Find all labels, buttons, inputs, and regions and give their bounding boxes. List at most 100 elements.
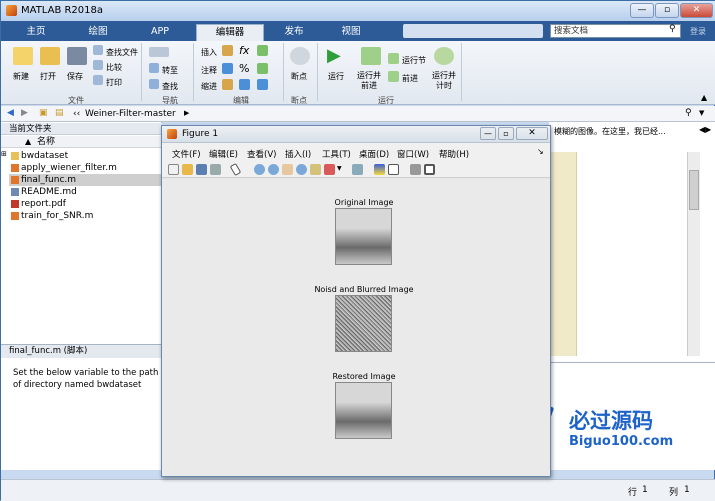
sort-arrow-icon: ▲	[25, 137, 32, 146]
run-icon[interactable]: ▶	[327, 45, 341, 66]
menu-file[interactable]: 文件(F)	[172, 148, 201, 160]
brush-dropdown-icon[interactable]: ▼	[337, 165, 342, 172]
open-folder-icon[interactable]	[40, 47, 60, 65]
comment-icon[interactable]	[222, 63, 233, 74]
file-item[interactable]: apply_wiener_filter.m	[9, 162, 161, 174]
new-file-icon[interactable]	[13, 47, 33, 65]
edit-icon[interactable]	[257, 45, 268, 56]
figure-minimize-button[interactable]: —	[480, 127, 496, 140]
save-button[interactable]: 保存	[67, 71, 83, 82]
menu-desktop[interactable]: 桌面(D)	[359, 148, 389, 160]
menu-view[interactable]: 查看(V)	[247, 148, 276, 160]
zoom-in-icon[interactable]	[254, 164, 265, 175]
file-name: train_for_SNR.m	[21, 211, 94, 221]
run-advance-icon[interactable]	[361, 47, 381, 65]
indent-icon[interactable]	[222, 79, 233, 90]
breakpoint-icon[interactable]	[290, 47, 310, 65]
tab-apps[interactable]: APP	[135, 24, 185, 41]
path-history-dropdown-icon[interactable]: ▼	[699, 109, 704, 117]
run-button[interactable]: 运行	[328, 71, 344, 82]
tab-plots[interactable]: 绘图	[73, 24, 123, 41]
save-figure-icon[interactable]	[196, 164, 207, 175]
menu-tools[interactable]: 工具(T)	[322, 148, 351, 160]
search-input[interactable]: 搜索文档	[550, 24, 681, 38]
file-item[interactable]: report.pdf	[9, 198, 161, 210]
search-icon[interactable]: ⚲	[669, 24, 676, 34]
find-files-button[interactable]: 查找文件	[106, 47, 138, 58]
run-advance-button[interactable]: 运行并 前进	[357, 71, 381, 91]
tab-view[interactable]: 视图	[326, 24, 376, 41]
hide-tools-icon[interactable]	[410, 164, 421, 175]
link-plot-icon[interactable]	[352, 164, 363, 175]
menu-edit[interactable]: 编辑(E)	[209, 148, 238, 160]
menu-insert[interactable]: 插入(I)	[285, 148, 311, 160]
indent-button[interactable]: 缩进	[201, 81, 217, 92]
rotate-icon[interactable]	[296, 164, 307, 175]
up-folder-icon[interactable]: ▣	[39, 108, 48, 118]
decrease-indent-icon[interactable]	[257, 79, 268, 90]
sign-in-link[interactable]: 登录	[690, 26, 706, 37]
editor-hint-scroll[interactable]: ◀▶	[699, 125, 714, 137]
back-icon[interactable]: ◀	[7, 108, 14, 118]
back-forward-icon[interactable]	[149, 47, 169, 57]
goto-button[interactable]: 转至	[162, 65, 178, 76]
menu-help[interactable]: 帮助(H)	[439, 148, 469, 160]
insert-section-icon[interactable]	[222, 45, 233, 56]
open-file-icon[interactable]	[182, 164, 193, 175]
run-time-button[interactable]: 运行并 计时	[432, 71, 456, 91]
show-tools-icon[interactable]	[424, 164, 435, 175]
smart-indent-icon[interactable]	[239, 79, 250, 90]
folder-icon	[11, 152, 19, 160]
file-item[interactable]: train_for_SNR.m	[9, 210, 161, 222]
open-button[interactable]: 打开	[40, 71, 56, 82]
menu-window[interactable]: 窗口(W)	[397, 148, 429, 160]
print-button[interactable]: 打印	[106, 77, 122, 88]
comment-button[interactable]: 注释	[201, 65, 217, 76]
expand-icon[interactable]: ⊞	[1, 150, 7, 158]
close-button[interactable]: ✕	[680, 3, 713, 18]
forward-icon[interactable]: ▶	[21, 108, 28, 118]
tab-editor[interactable]: 编辑器	[196, 24, 264, 41]
editor-hint: 模糊的图像。在这里，我已经...	[554, 127, 666, 136]
pan-icon[interactable]	[282, 164, 293, 175]
new-button[interactable]: 新建	[13, 71, 29, 82]
file-name: README.md	[21, 187, 77, 197]
compare-button[interactable]: 比较	[106, 62, 122, 73]
run-section-button[interactable]: 运行节	[402, 55, 426, 66]
breakpoints-button[interactable]: 断点	[291, 71, 307, 82]
colorbar-icon[interactable]	[374, 164, 385, 175]
search-folder-icon[interactable]: ⚲	[685, 108, 692, 118]
scrollbar-thumb[interactable]	[689, 170, 699, 210]
path-dropdown-icon[interactable]: ▶	[184, 109, 189, 117]
vertical-scrollbar[interactable]	[687, 152, 700, 356]
current-path[interactable]: Weiner-Filter-master	[85, 109, 176, 119]
save-icon[interactable]	[67, 47, 87, 65]
print-figure-icon[interactable]	[210, 164, 221, 175]
name-column[interactable]: 名称	[37, 137, 55, 147]
brush-icon[interactable]	[324, 164, 335, 175]
advance-button[interactable]: 前进	[402, 73, 418, 84]
legend-icon[interactable]	[388, 164, 399, 175]
run-time-icon[interactable]	[434, 47, 454, 65]
minimize-button[interactable]: —	[630, 3, 654, 18]
file-item[interactable]: final_func.m	[9, 174, 161, 186]
uncomment-icon[interactable]	[257, 63, 268, 74]
zoom-out-icon[interactable]	[268, 164, 279, 175]
insert-button[interactable]: 插入	[201, 47, 217, 58]
browse-folder-icon[interactable]: ▤	[55, 108, 64, 118]
edit-plot-icon[interactable]	[229, 162, 242, 177]
percent-icon[interactable]: %	[239, 62, 249, 75]
collapse-ribbon-icon[interactable]: ▲	[701, 93, 707, 102]
figure-maximize-button[interactable]: ▫	[498, 127, 514, 140]
maximize-button[interactable]: ▫	[655, 3, 679, 18]
new-figure-icon[interactable]	[168, 164, 179, 175]
file-item[interactable]: bwdataset	[9, 150, 161, 162]
find-button[interactable]: 查找	[162, 81, 178, 92]
function-icon[interactable]: fx	[239, 44, 249, 57]
data-cursor-icon[interactable]	[310, 164, 321, 175]
dock-icon[interactable]: ↘	[537, 147, 544, 156]
tab-home[interactable]: 主页	[11, 24, 61, 41]
tab-publish[interactable]: 发布	[269, 24, 319, 41]
figure-close-button[interactable]: ✕	[516, 127, 548, 140]
file-item[interactable]: README.md	[9, 186, 161, 198]
